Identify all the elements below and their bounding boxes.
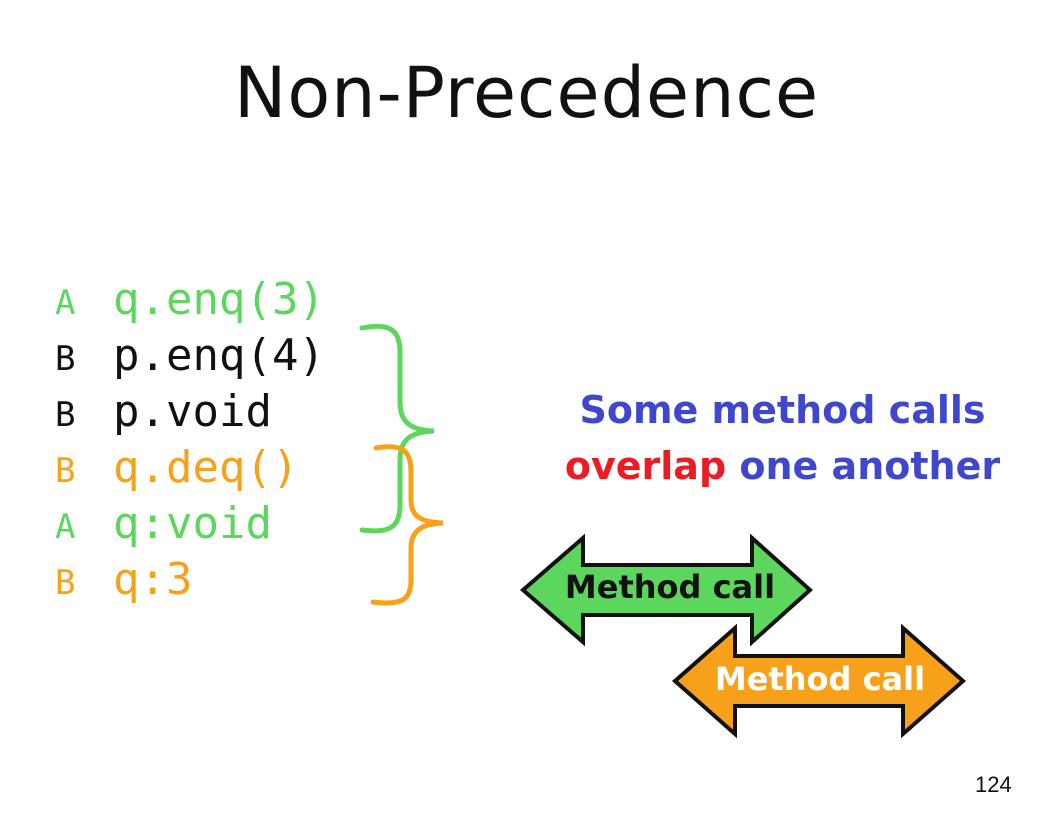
page-number: 124 <box>975 772 1012 797</box>
caption-highlight: overlap <box>564 444 727 488</box>
caption-line-1: Some method calls <box>579 388 986 432</box>
overlap-caption: Some method calls overlap one another <box>545 382 1020 494</box>
caption-rest: one another <box>739 444 1001 488</box>
orange-brace-icon <box>370 444 444 606</box>
green-arrow-label: Method call <box>564 568 776 606</box>
orange-arrow-label: Method call <box>714 660 926 698</box>
caption-line-2: overlap one another <box>545 438 1020 494</box>
green-brace-icon <box>359 323 435 534</box>
